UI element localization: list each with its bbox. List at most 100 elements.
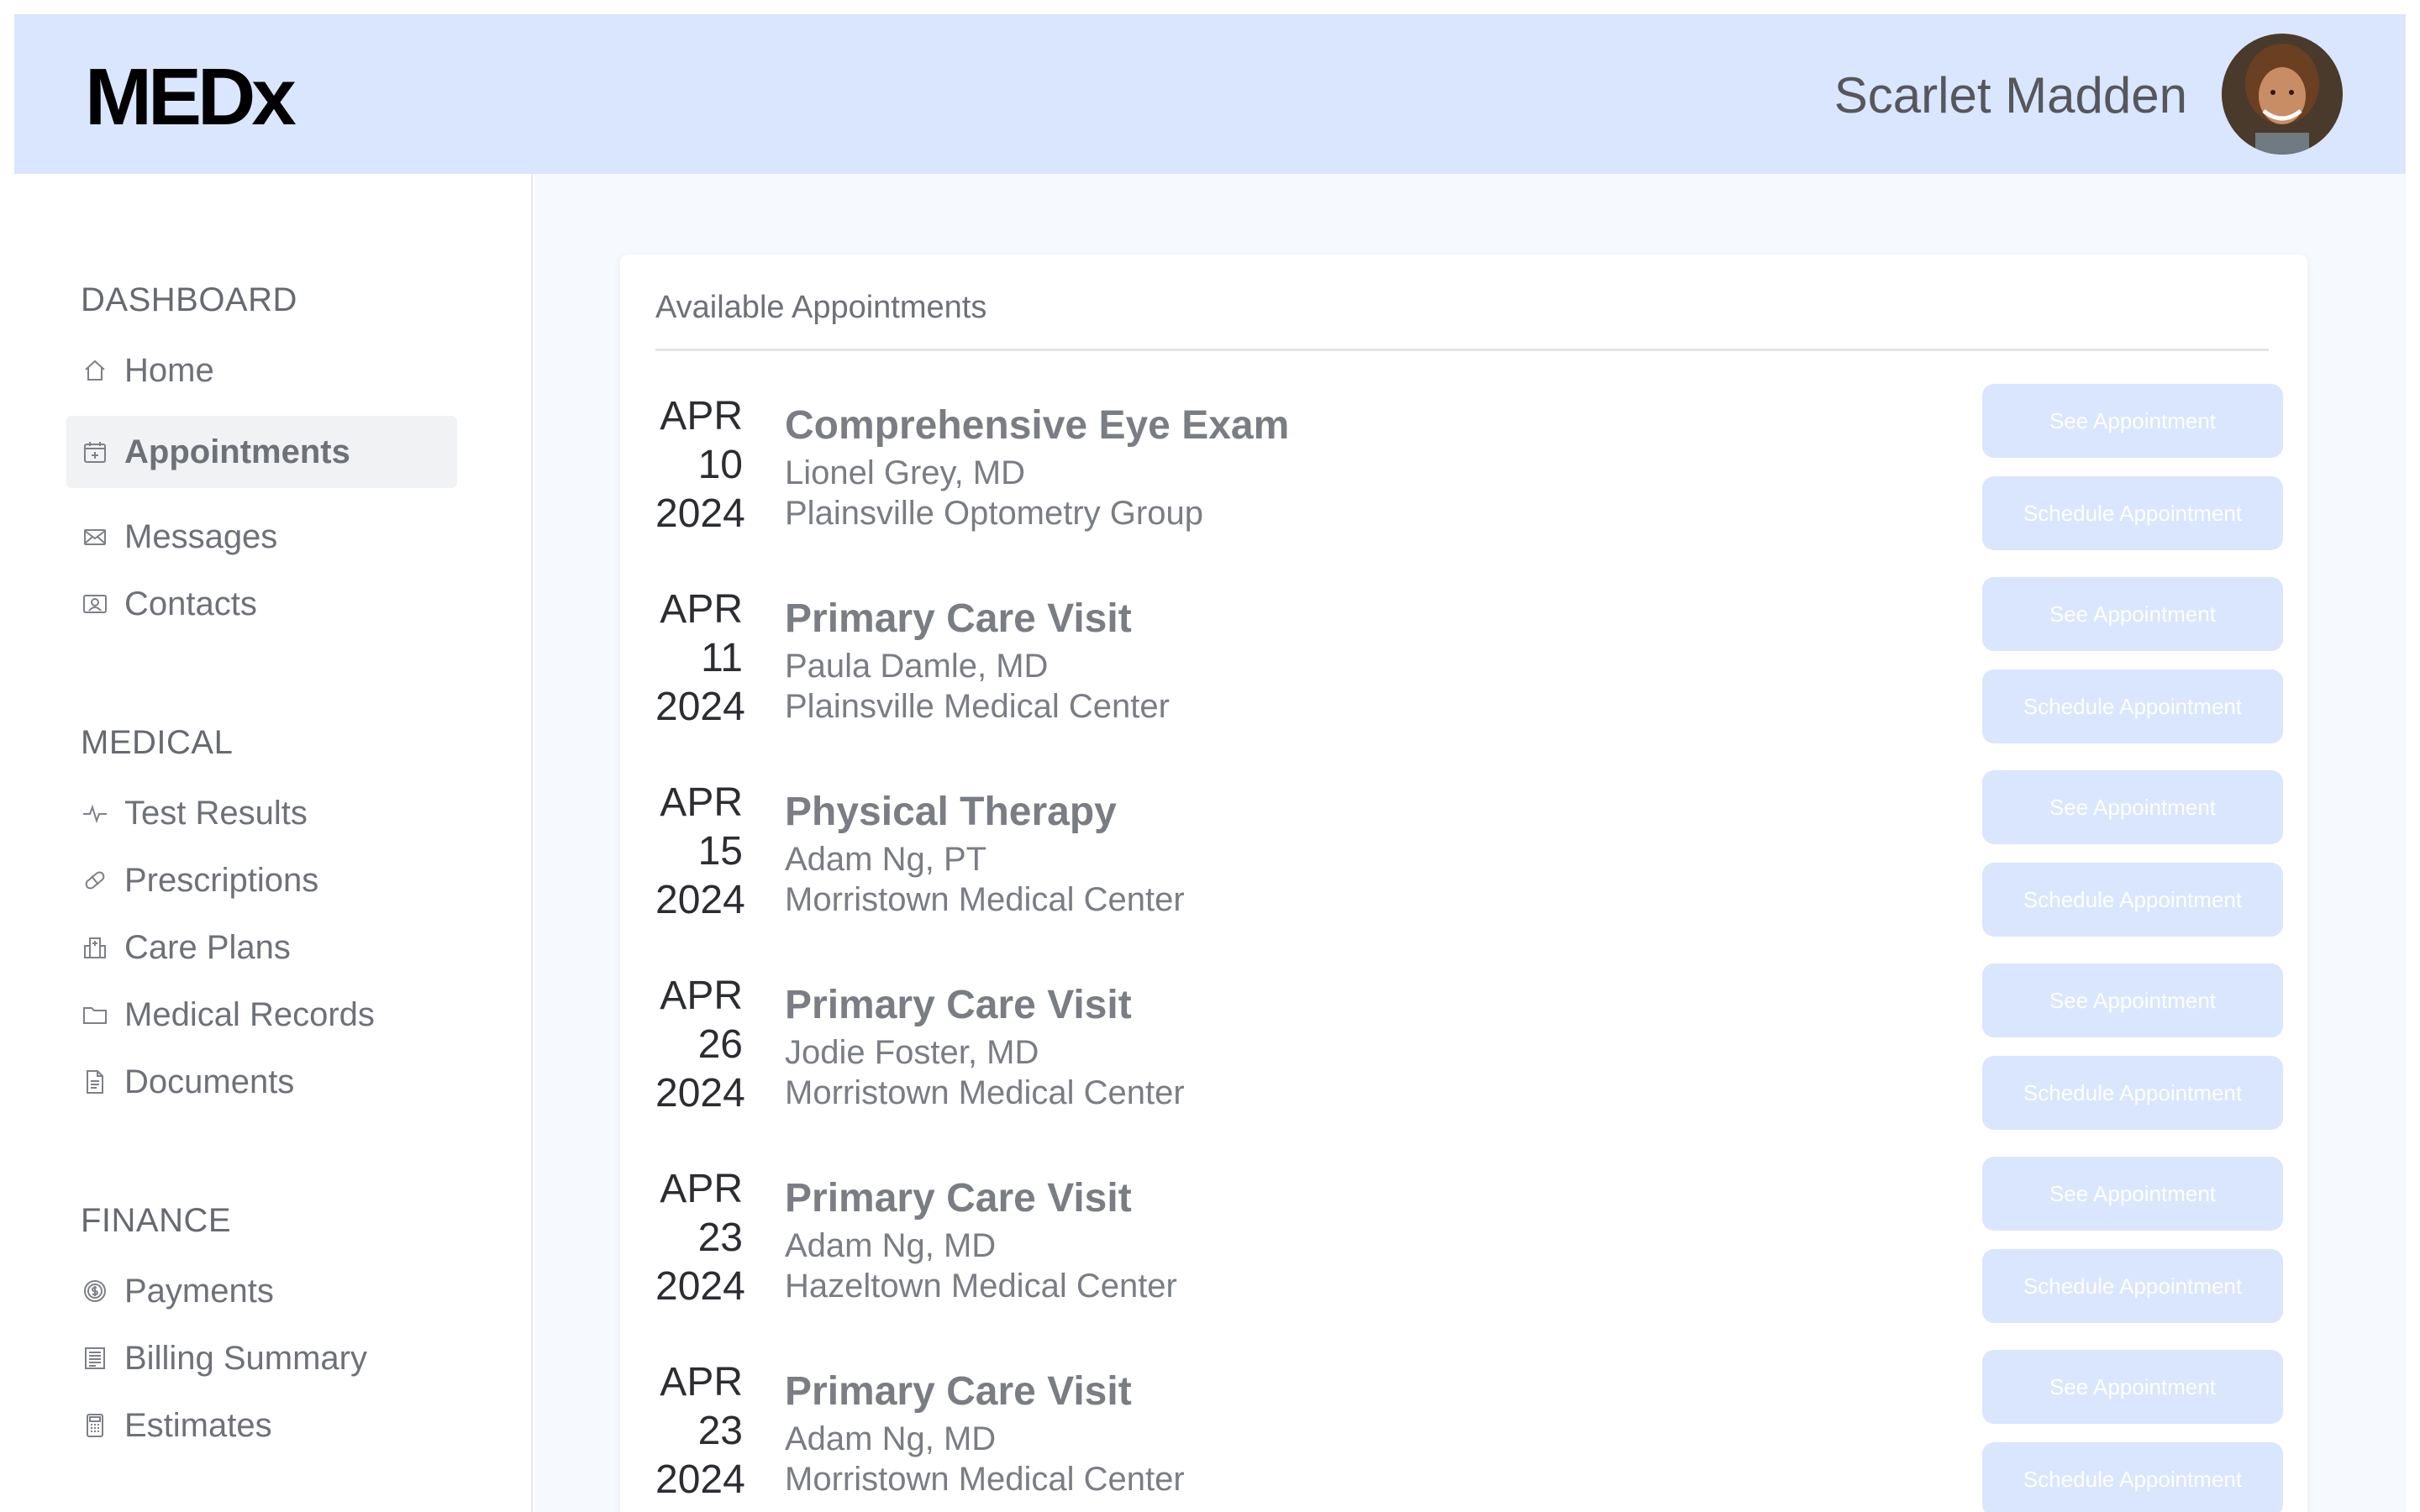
sidebar-item-billing-summary[interactable]: Billing Summary — [66, 1322, 457, 1394]
document-icon — [81, 1068, 109, 1096]
appointment-month: APR — [660, 780, 743, 825]
appointment-title: Primary Care Visit — [785, 596, 1132, 641]
appointment-day: 10 — [697, 443, 743, 487]
appointment-day: 23 — [697, 1215, 743, 1260]
main-content: Available Appointments APR 10 2024 Compr… — [534, 174, 2406, 1512]
appointment-item: APR 23 2024 Primary Care Visit Adam Ng, … — [620, 1157, 2307, 1350]
sidebar-item-payments[interactable]: Payments — [66, 1255, 457, 1327]
user-avatar[interactable] — [2222, 34, 2343, 155]
sidebar-item-label: Documents — [124, 1063, 295, 1100]
sidebar-item-contacts[interactable]: Contacts — [66, 568, 457, 640]
receipt-icon — [81, 1344, 109, 1373]
schedule-appointment-button[interactable]: Schedule Appointment — [1982, 1442, 2283, 1512]
appointment-title: Primary Care Visit — [785, 1176, 1132, 1221]
appointment-day: 26 — [697, 1022, 743, 1067]
see-appointment-button[interactable]: See Appointment — [1982, 384, 2283, 458]
sidebar-item-label: Estimates — [124, 1406, 272, 1444]
appointment-item: APR 15 2024 Physical Therapy Adam Ng, PT… — [620, 770, 2307, 963]
appointment-title: Physical Therapy — [785, 790, 1117, 834]
contact-card-icon — [81, 590, 109, 618]
appointment-item: APR 26 2024 Primary Care Visit Jodie Fos… — [620, 963, 2307, 1157]
appointment-month: APR — [660, 974, 743, 1018]
card-divider — [655, 349, 2269, 351]
avatar-portrait-icon — [2222, 34, 2343, 155]
sidebar-item-label: Medical Records — [124, 995, 375, 1033]
appointment-date: APR 26 2024 — [655, 972, 745, 1118]
appointment-provider: Jodie Foster, MD — [785, 1034, 1039, 1071]
appointment-item: APR 11 2024 Primary Care Visit Paula Dam… — [620, 577, 2307, 770]
appointment-month: APR — [660, 394, 743, 438]
calendar-plus-icon — [81, 438, 109, 466]
section-title-dashboard: DASHBOARD — [81, 281, 297, 318]
appointment-date: APR 15 2024 — [655, 779, 745, 925]
sidebar-item-label: Billing Summary — [124, 1339, 367, 1377]
see-appointment-button[interactable]: See Appointment — [1982, 770, 2283, 844]
sidebar-item-medical-records[interactable]: Medical Records — [66, 979, 457, 1051]
appointment-title: Primary Care Visit — [785, 1369, 1132, 1414]
appointment-title: Comprehensive Eye Exam — [785, 403, 1290, 448]
sidebar-item-care-plans[interactable]: Care Plans — [66, 911, 457, 984]
sidebar-item-label: Test Results — [124, 794, 308, 832]
user-name[interactable]: Scarlet Madden — [1834, 66, 2187, 124]
appointment-year: 2024 — [655, 685, 745, 729]
appointment-year: 2024 — [655, 1264, 745, 1309]
appointment-provider: Adam Ng, MD — [785, 1227, 997, 1264]
appointment-year: 2024 — [655, 491, 745, 536]
appointment-location: Plainsville Optometry Group — [785, 495, 1203, 532]
schedule-appointment-button[interactable]: Schedule Appointment — [1982, 863, 2283, 937]
calculator-icon — [81, 1411, 109, 1440]
sidebar-item-messages[interactable]: Messages — [66, 501, 457, 573]
schedule-appointment-button[interactable]: Schedule Appointment — [1982, 1249, 2283, 1323]
sidebar-item-prescriptions[interactable]: Prescriptions — [66, 844, 457, 916]
appointment-date: APR 11 2024 — [655, 585, 745, 732]
appointment-day: 11 — [701, 636, 743, 680]
dollar-coin-icon — [81, 1277, 109, 1305]
appointment-month: APR — [660, 587, 743, 632]
envelope-icon — [81, 522, 109, 551]
sidebar-item-label: Prescriptions — [124, 861, 319, 899]
see-appointment-button[interactable]: See Appointment — [1982, 1350, 2283, 1424]
appointment-title: Primary Care Visit — [785, 983, 1132, 1027]
appointment-item: APR 23 2024 Primary Care Visit Adam Ng, … — [620, 1350, 2307, 1512]
appointment-item: APR 10 2024 Comprehensive Eye Exam Lione… — [620, 384, 2307, 577]
appointments-card: Available Appointments APR 10 2024 Compr… — [620, 255, 2307, 1512]
section-title-finance: FINANCE — [81, 1202, 232, 1239]
sidebar-item-label: Care Plans — [124, 928, 291, 966]
sidebar-item-documents[interactable]: Documents — [66, 1046, 457, 1118]
appointment-date: APR 10 2024 — [655, 392, 745, 538]
pill-icon — [81, 866, 109, 895]
appointment-location: Hazeltown Medical Center — [785, 1268, 1177, 1305]
appointment-year: 2024 — [655, 1457, 745, 1502]
see-appointment-button[interactable]: See Appointment — [1982, 1157, 2283, 1231]
sidebar-item-test-results[interactable]: Test Results — [66, 777, 457, 849]
app-frame: MEDx Scarlet Madden DASHBOARD Home Appoi… — [14, 14, 2406, 1512]
sidebar-item-estimates[interactable]: Estimates — [66, 1389, 457, 1462]
appointment-year: 2024 — [655, 1071, 745, 1116]
appointment-provider: Lionel Grey, MD — [785, 454, 1026, 491]
section-title-medical: MEDICAL — [81, 724, 234, 761]
appointment-provider: Adam Ng, PT — [785, 841, 987, 878]
top-header: MEDx Scarlet Madden — [14, 14, 2406, 174]
appointment-month: APR — [660, 1360, 743, 1404]
appointment-date: APR 23 2024 — [655, 1358, 745, 1504]
hospital-icon — [81, 933, 109, 962]
appointment-provider: Paula Damle, MD — [785, 648, 1049, 685]
sidebar-item-label: Home — [124, 351, 214, 389]
sidebar-item-appointments[interactable]: Appointments — [66, 416, 457, 488]
appointment-month: APR — [660, 1167, 743, 1211]
appointment-location: Morristown Medical Center — [785, 881, 1185, 918]
appointment-provider: Adam Ng, MD — [785, 1420, 997, 1457]
appointment-day: 23 — [697, 1409, 743, 1453]
sidebar-item-label: Payments — [124, 1272, 274, 1310]
sidebar-item-home[interactable]: Home — [66, 334, 457, 407]
appointment-date: APR 23 2024 — [655, 1165, 745, 1311]
schedule-appointment-button[interactable]: Schedule Appointment — [1982, 476, 2283, 550]
see-appointment-button[interactable]: See Appointment — [1982, 577, 2283, 651]
appointment-day: 15 — [697, 829, 743, 874]
schedule-appointment-button[interactable]: Schedule Appointment — [1982, 669, 2283, 743]
sidebar-item-label: Appointments — [124, 433, 350, 470]
see-appointment-button[interactable]: See Appointment — [1982, 963, 2283, 1037]
appointment-location: Morristown Medical Center — [785, 1461, 1185, 1498]
schedule-appointment-button[interactable]: Schedule Appointment — [1982, 1056, 2283, 1130]
app-logo[interactable]: MEDx — [85, 51, 297, 144]
